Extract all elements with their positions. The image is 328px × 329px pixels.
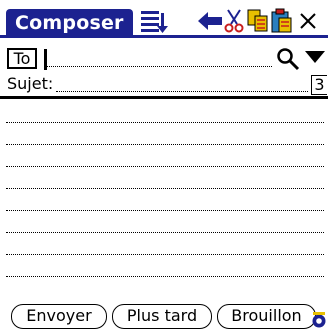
subject-count: 3 [311, 75, 327, 95]
chevron-down-icon[interactable] [305, 50, 325, 64]
body-line [6, 188, 324, 189]
subject-field[interactable] [56, 91, 308, 92]
later-button[interactable]: Plus tard [112, 304, 212, 329]
cut-icon[interactable] [224, 9, 244, 33]
copy-icon[interactable] [247, 9, 269, 33]
paste-icon[interactable] [271, 8, 293, 34]
header-divider [0, 96, 328, 99]
app-title[interactable]: Composer [6, 9, 133, 37]
attachment-icon[interactable] [310, 310, 328, 329]
back-arrow-icon[interactable] [198, 11, 224, 31]
body-line [6, 232, 324, 233]
body-line [6, 144, 324, 145]
close-icon[interactable] [299, 12, 317, 30]
details-icon[interactable] [140, 10, 170, 34]
subject-row: Sujet: 3 [0, 74, 328, 96]
to-field[interactable] [46, 66, 272, 67]
body-line [6, 166, 324, 167]
subject-label: Sujet: [7, 74, 54, 93]
to-row: To [0, 46, 328, 72]
draft-button[interactable]: Brouillon [217, 304, 316, 329]
body-line [6, 276, 324, 277]
to-button[interactable]: To [7, 48, 37, 69]
title-rule [0, 35, 328, 38]
body-line [6, 254, 324, 255]
body-line [6, 210, 324, 211]
title-bar: Composer [0, 0, 328, 38]
search-icon[interactable] [276, 47, 300, 71]
body-line [6, 122, 324, 123]
send-button[interactable]: Envoyer [11, 304, 107, 329]
